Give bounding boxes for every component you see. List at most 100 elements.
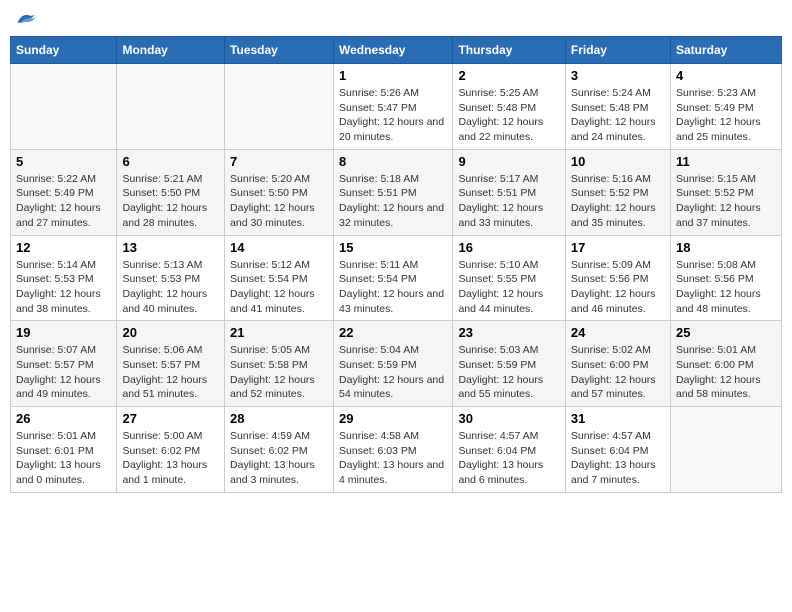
weekday-header-friday: Friday	[565, 37, 670, 64]
day-info: Sunrise: 5:13 AM Sunset: 5:53 PM Dayligh…	[122, 258, 219, 317]
daylight-text: Daylight: 12 hours and 38 minutes.	[16, 288, 101, 315]
daylight-text: Daylight: 12 hours and 20 minutes.	[339, 116, 444, 143]
calendar-cell: 27 Sunrise: 5:00 AM Sunset: 6:02 PM Dayl…	[117, 407, 225, 493]
day-info: Sunrise: 5:15 AM Sunset: 5:52 PM Dayligh…	[676, 172, 776, 231]
day-info: Sunrise: 5:05 AM Sunset: 5:58 PM Dayligh…	[230, 343, 328, 402]
logo	[14, 10, 38, 28]
day-number: 25	[676, 325, 776, 340]
sunset-text: Sunset: 5:56 PM	[676, 273, 754, 285]
sunrise-text: Sunrise: 5:26 AM	[339, 87, 419, 99]
daylight-text: Daylight: 13 hours and 7 minutes.	[571, 459, 656, 486]
sunset-text: Sunset: 6:00 PM	[676, 359, 754, 371]
calendar-table: SundayMondayTuesdayWednesdayThursdayFrid…	[10, 36, 782, 493]
calendar-cell: 25 Sunrise: 5:01 AM Sunset: 6:00 PM Dayl…	[670, 321, 781, 407]
sunrise-text: Sunrise: 5:04 AM	[339, 344, 419, 356]
calendar-cell: 7 Sunrise: 5:20 AM Sunset: 5:50 PM Dayli…	[225, 149, 334, 235]
day-number: 29	[339, 411, 447, 426]
day-number: 20	[122, 325, 219, 340]
daylight-text: Daylight: 13 hours and 1 minute.	[122, 459, 207, 486]
day-number: 27	[122, 411, 219, 426]
day-number: 2	[458, 68, 559, 83]
day-info: Sunrise: 5:26 AM Sunset: 5:47 PM Dayligh…	[339, 86, 447, 145]
sunset-text: Sunset: 5:54 PM	[230, 273, 308, 285]
sunrise-text: Sunrise: 5:13 AM	[122, 259, 202, 271]
calendar-cell: 6 Sunrise: 5:21 AM Sunset: 5:50 PM Dayli…	[117, 149, 225, 235]
day-number: 24	[571, 325, 665, 340]
weekday-header-wednesday: Wednesday	[334, 37, 453, 64]
day-number: 21	[230, 325, 328, 340]
sunrise-text: Sunrise: 5:16 AM	[571, 173, 651, 185]
daylight-text: Daylight: 12 hours and 27 minutes.	[16, 202, 101, 229]
day-info: Sunrise: 5:08 AM Sunset: 5:56 PM Dayligh…	[676, 258, 776, 317]
daylight-text: Daylight: 12 hours and 30 minutes.	[230, 202, 315, 229]
calendar-cell: 3 Sunrise: 5:24 AM Sunset: 5:48 PM Dayli…	[565, 64, 670, 150]
day-info: Sunrise: 4:57 AM Sunset: 6:04 PM Dayligh…	[458, 429, 559, 488]
calendar-cell: 16 Sunrise: 5:10 AM Sunset: 5:55 PM Dayl…	[453, 235, 565, 321]
sunset-text: Sunset: 5:52 PM	[571, 187, 649, 199]
sunrise-text: Sunrise: 4:58 AM	[339, 430, 419, 442]
page-header	[10, 10, 782, 28]
sunset-text: Sunset: 6:03 PM	[339, 445, 417, 457]
daylight-text: Daylight: 12 hours and 32 minutes.	[339, 202, 444, 229]
calendar-cell	[117, 64, 225, 150]
day-info: Sunrise: 4:59 AM Sunset: 6:02 PM Dayligh…	[230, 429, 328, 488]
day-number: 12	[16, 240, 111, 255]
sunset-text: Sunset: 5:59 PM	[458, 359, 536, 371]
day-number: 19	[16, 325, 111, 340]
sunrise-text: Sunrise: 5:01 AM	[676, 344, 756, 356]
daylight-text: Daylight: 12 hours and 22 minutes.	[458, 116, 543, 143]
calendar-week-1: 1 Sunrise: 5:26 AM Sunset: 5:47 PM Dayli…	[11, 64, 782, 150]
sunset-text: Sunset: 6:02 PM	[230, 445, 308, 457]
calendar-week-2: 5 Sunrise: 5:22 AM Sunset: 5:49 PM Dayli…	[11, 149, 782, 235]
calendar-cell: 24 Sunrise: 5:02 AM Sunset: 6:00 PM Dayl…	[565, 321, 670, 407]
calendar-cell: 2 Sunrise: 5:25 AM Sunset: 5:48 PM Dayli…	[453, 64, 565, 150]
calendar-cell: 28 Sunrise: 4:59 AM Sunset: 6:02 PM Dayl…	[225, 407, 334, 493]
calendar-cell: 23 Sunrise: 5:03 AM Sunset: 5:59 PM Dayl…	[453, 321, 565, 407]
day-number: 3	[571, 68, 665, 83]
calendar-cell: 31 Sunrise: 4:57 AM Sunset: 6:04 PM Dayl…	[565, 407, 670, 493]
sunset-text: Sunset: 5:52 PM	[676, 187, 754, 199]
logo-bird-icon	[16, 10, 38, 28]
sunset-text: Sunset: 5:51 PM	[458, 187, 536, 199]
daylight-text: Daylight: 12 hours and 51 minutes.	[122, 374, 207, 401]
calendar-body: 1 Sunrise: 5:26 AM Sunset: 5:47 PM Dayli…	[11, 64, 782, 493]
day-info: Sunrise: 5:06 AM Sunset: 5:57 PM Dayligh…	[122, 343, 219, 402]
day-number: 30	[458, 411, 559, 426]
day-info: Sunrise: 5:00 AM Sunset: 6:02 PM Dayligh…	[122, 429, 219, 488]
sunset-text: Sunset: 6:04 PM	[571, 445, 649, 457]
calendar-cell: 29 Sunrise: 4:58 AM Sunset: 6:03 PM Dayl…	[334, 407, 453, 493]
day-number: 16	[458, 240, 559, 255]
day-number: 1	[339, 68, 447, 83]
day-number: 6	[122, 154, 219, 169]
calendar-cell: 9 Sunrise: 5:17 AM Sunset: 5:51 PM Dayli…	[453, 149, 565, 235]
day-info: Sunrise: 5:24 AM Sunset: 5:48 PM Dayligh…	[571, 86, 665, 145]
day-number: 5	[16, 154, 111, 169]
sunrise-text: Sunrise: 4:59 AM	[230, 430, 310, 442]
daylight-text: Daylight: 12 hours and 55 minutes.	[458, 374, 543, 401]
day-info: Sunrise: 5:11 AM Sunset: 5:54 PM Dayligh…	[339, 258, 447, 317]
sunrise-text: Sunrise: 5:17 AM	[458, 173, 538, 185]
day-number: 26	[16, 411, 111, 426]
sunset-text: Sunset: 5:54 PM	[339, 273, 417, 285]
calendar-week-3: 12 Sunrise: 5:14 AM Sunset: 5:53 PM Dayl…	[11, 235, 782, 321]
sunrise-text: Sunrise: 5:15 AM	[676, 173, 756, 185]
weekday-header-monday: Monday	[117, 37, 225, 64]
daylight-text: Daylight: 12 hours and 44 minutes.	[458, 288, 543, 315]
sunset-text: Sunset: 5:59 PM	[339, 359, 417, 371]
calendar-cell: 12 Sunrise: 5:14 AM Sunset: 5:53 PM Dayl…	[11, 235, 117, 321]
calendar-cell: 21 Sunrise: 5:05 AM Sunset: 5:58 PM Dayl…	[225, 321, 334, 407]
sunrise-text: Sunrise: 4:57 AM	[458, 430, 538, 442]
day-info: Sunrise: 5:07 AM Sunset: 5:57 PM Dayligh…	[16, 343, 111, 402]
day-number: 7	[230, 154, 328, 169]
daylight-text: Daylight: 12 hours and 57 minutes.	[571, 374, 656, 401]
daylight-text: Daylight: 12 hours and 58 minutes.	[676, 374, 761, 401]
daylight-text: Daylight: 12 hours and 54 minutes.	[339, 374, 444, 401]
sunset-text: Sunset: 5:50 PM	[122, 187, 200, 199]
day-info: Sunrise: 5:12 AM Sunset: 5:54 PM Dayligh…	[230, 258, 328, 317]
day-number: 15	[339, 240, 447, 255]
day-info: Sunrise: 5:21 AM Sunset: 5:50 PM Dayligh…	[122, 172, 219, 231]
calendar-cell: 4 Sunrise: 5:23 AM Sunset: 5:49 PM Dayli…	[670, 64, 781, 150]
daylight-text: Daylight: 13 hours and 3 minutes.	[230, 459, 315, 486]
sunrise-text: Sunrise: 5:09 AM	[571, 259, 651, 271]
sunrise-text: Sunrise: 5:24 AM	[571, 87, 651, 99]
